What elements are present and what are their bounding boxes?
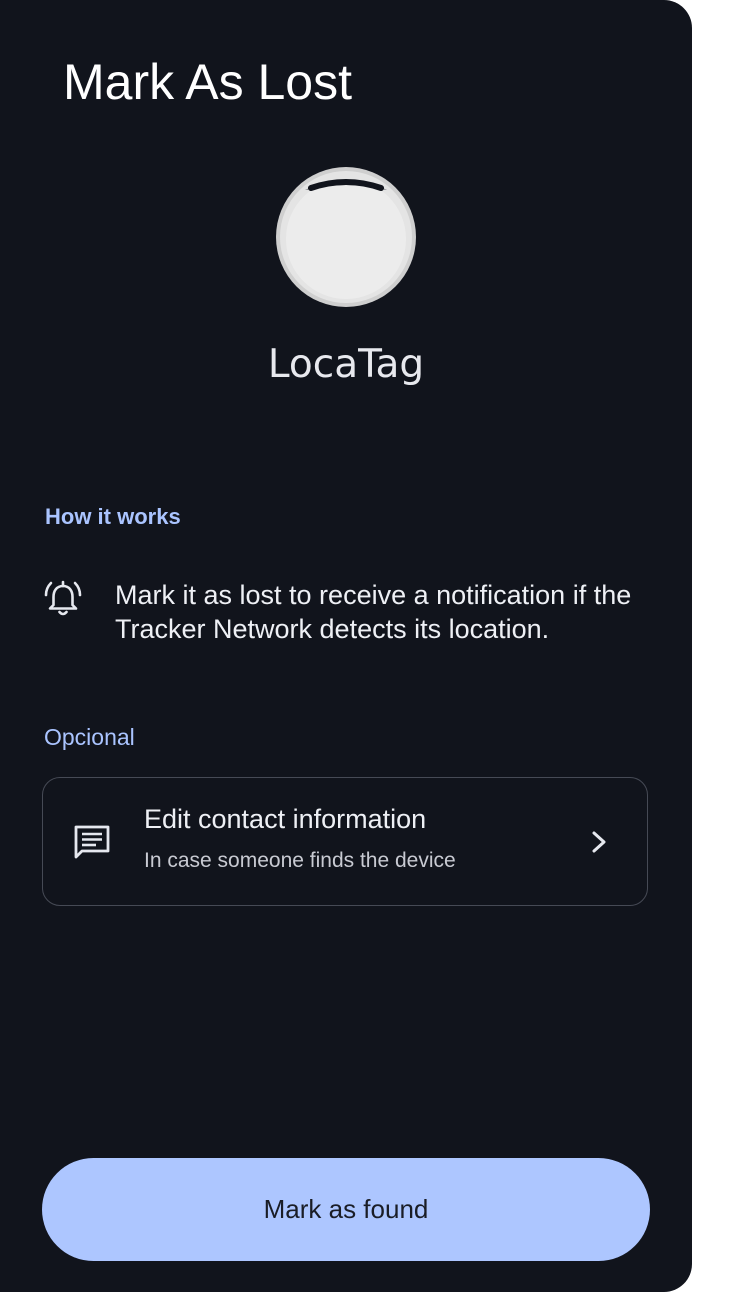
- chevron-right-icon: [592, 831, 606, 853]
- tracker-tag-image: [276, 167, 416, 307]
- how-it-works-text: Mark it as lost to receive a notificatio…: [115, 580, 632, 644]
- card-subtitle: In case someone finds the device: [144, 849, 456, 872]
- how-it-works-row: Mark it as lost to receive a notificatio…: [44, 578, 654, 658]
- message-icon: [74, 825, 110, 859]
- card-title: Edit contact information: [144, 804, 427, 834]
- optional-section-label: Opcional: [44, 724, 135, 750]
- mark-as-lost-screen: Mark As Lost LocaTag How it works Mark i…: [0, 0, 692, 1292]
- edit-contact-information-card[interactable]: Edit contact information In case someone…: [42, 777, 648, 906]
- device-name: LocaTag: [267, 342, 425, 387]
- mark-as-found-button[interactable]: Mark as found: [42, 1158, 650, 1261]
- how-it-works-heading: How it works: [45, 504, 181, 529]
- page-title: Mark As Lost: [63, 54, 352, 110]
- alarm-bell-icon: [44, 580, 82, 616]
